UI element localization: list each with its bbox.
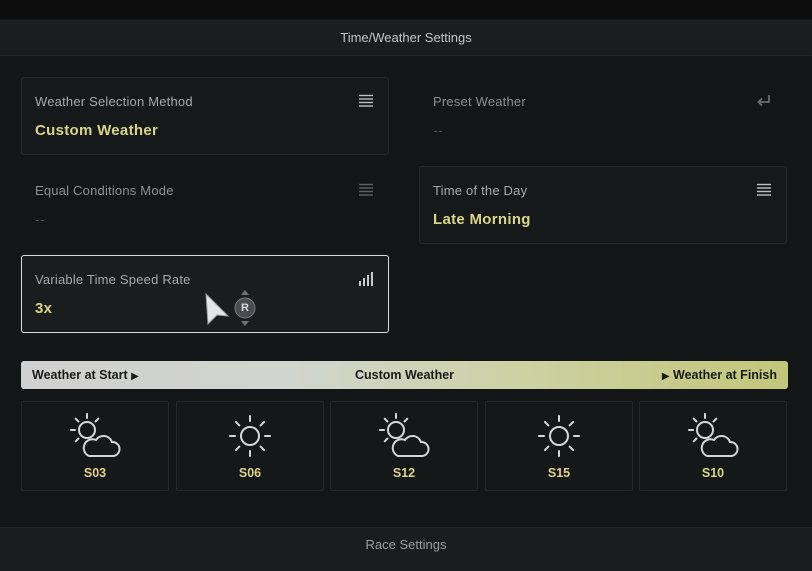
setting-value: Late Morning	[433, 211, 531, 228]
partly-cloudy-icon	[688, 413, 739, 457]
setting-label: Weather Selection Method	[35, 94, 193, 109]
race-settings-tab[interactable]: Race Settings	[0, 527, 812, 571]
weather-finish-label: ▶ Weather at Finish	[662, 361, 777, 391]
list-icon	[359, 94, 373, 107]
setting-value: 3x	[35, 300, 53, 317]
preset-weather-setting[interactable]: Preset Weather --	[419, 77, 787, 155]
weather-slot-2[interactable]: S06	[176, 401, 324, 491]
weather-slot-code: S06	[238, 466, 262, 480]
setting-label: Time of the Day	[433, 183, 528, 198]
weather-slot-code: S03	[83, 466, 107, 480]
setting-label: Equal Conditions Mode	[35, 183, 174, 198]
sun-icon	[229, 415, 271, 457]
partly-cloudy-icon	[379, 413, 430, 457]
list-icon	[359, 183, 373, 196]
play-triangle-icon: ▶	[131, 371, 139, 382]
setting-value: --	[433, 122, 443, 138]
list-icon	[757, 183, 771, 196]
weather-slot-code: S12	[392, 466, 416, 480]
weather-slot-1[interactable]: S03	[21, 401, 169, 491]
weather-slot-4[interactable]: S15	[485, 401, 633, 491]
time-of-day-setting[interactable]: Time of the Day Late Morning	[419, 166, 787, 244]
setting-value: --	[35, 211, 45, 227]
setting-label: Variable Time Speed Rate	[35, 272, 191, 287]
weather-slot-3[interactable]: S12	[330, 401, 478, 491]
equal-conditions-mode-setting[interactable]: Equal Conditions Mode --	[21, 166, 389, 244]
partly-cloudy-icon	[70, 413, 121, 457]
weather-selection-method-setting[interactable]: Weather Selection Method Custom Weather	[21, 77, 389, 155]
setting-value: Custom Weather	[35, 122, 159, 139]
signal-bars-icon	[359, 272, 373, 286]
page-title: Time/Weather Settings	[340, 30, 472, 45]
header-bar: Time/Weather Settings	[0, 0, 812, 56]
weather-slot-code: S10	[701, 466, 725, 480]
weather-slot-code: S15	[547, 466, 571, 480]
setting-label: Preset Weather	[433, 94, 526, 109]
weather-timeline-bar: Custom Weather Weather at Start ▶ ▶ Weat…	[21, 361, 788, 389]
weather-slot-5[interactable]: S10	[639, 401, 787, 491]
return-icon	[757, 95, 770, 107]
pointer-cursor-icon	[205, 292, 230, 326]
sun-icon	[538, 415, 580, 457]
r-button-label: R	[241, 302, 249, 314]
footer-title: Race Settings	[365, 537, 447, 552]
play-triangle-icon: ▶	[661, 371, 670, 382]
weather-start-label: Weather at Start ▶	[32, 361, 139, 391]
